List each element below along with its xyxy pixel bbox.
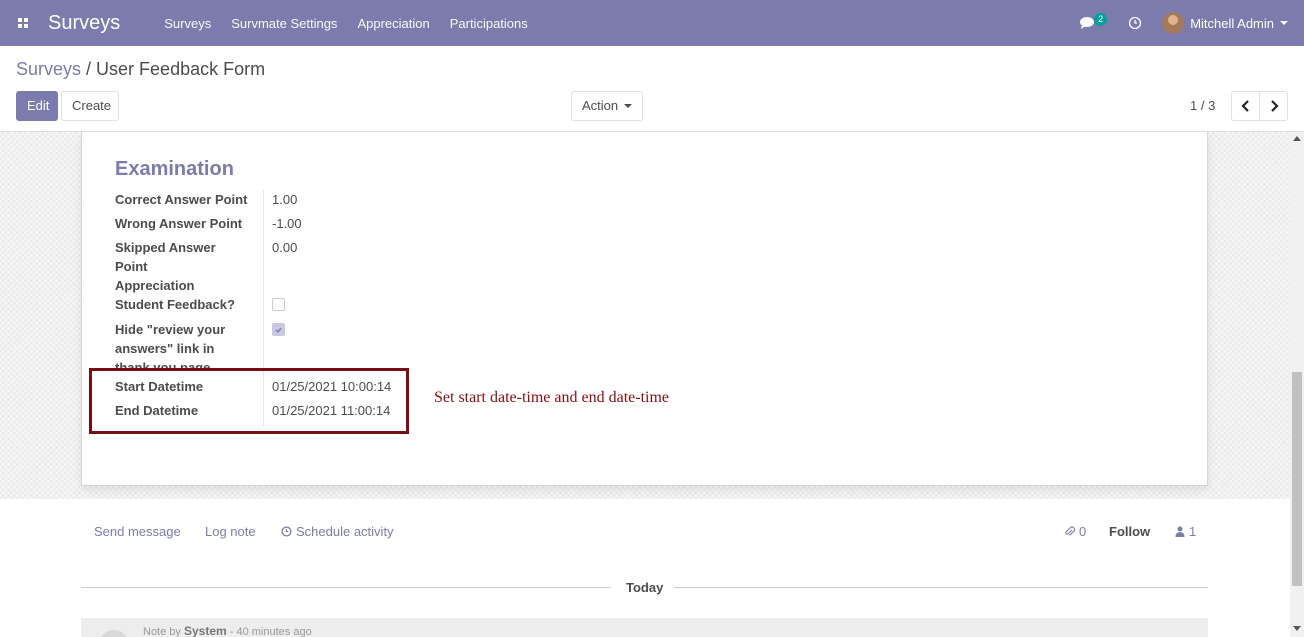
vertical-scrollbar[interactable]	[1290, 132, 1304, 637]
create-button[interactable]: Create	[61, 91, 119, 121]
apps-menu-icon[interactable]	[0, 0, 46, 46]
hide-review-link-checkbox[interactable]	[272, 323, 285, 336]
breadcrumb-separator: /	[81, 59, 97, 79]
chatter-message: Note by System - 40 minutes ago	[81, 618, 1208, 637]
message-header: Note by System - 40 minutes ago	[143, 624, 312, 637]
menu-surveys[interactable]: Surveys	[164, 16, 211, 31]
user-menu-chevron-down-icon[interactable]	[1280, 21, 1288, 25]
form-view: Examination Correct Answer Point 1.00 Wr…	[0, 132, 1290, 499]
examination-group-title: Examination	[115, 158, 234, 180]
wrong-answer-point-label: Wrong Answer Point	[115, 216, 243, 231]
activity-button[interactable]	[1128, 16, 1142, 30]
pager-previous-button[interactable]	[1231, 91, 1260, 121]
chatter: Send message Log note Schedule activity …	[0, 499, 1290, 637]
datetime-highlight-box	[89, 368, 409, 434]
clock-icon	[1129, 16, 1142, 30]
pager-value[interactable]: 1 / 3	[1190, 98, 1215, 113]
clock-icon	[281, 526, 292, 537]
breadcrumb-surveys-link[interactable]: Surveys	[16, 59, 81, 79]
today-separator-label: Today	[626, 580, 664, 595]
hide-review-link-label: Hide "review your answers" link in thank…	[115, 322, 226, 370]
today-divider-right	[674, 587, 1208, 588]
appreciation-student-feedback-label: Appreciation Student Feedback?	[115, 278, 235, 312]
top-navbar: Surveys Surveys Survmate Settings Apprec…	[0, 0, 1304, 46]
scroll-down-arrow-icon[interactable]	[1293, 626, 1301, 631]
wrong-answer-point-value: -1.00	[272, 216, 302, 231]
user-icon	[1175, 526, 1185, 537]
skipped-answer-point-label: Skipped Answer Point	[115, 240, 216, 274]
schedule-activity-label: Schedule activity	[296, 524, 394, 539]
scroll-thumb[interactable]	[1292, 372, 1302, 586]
user-name[interactable]: Mitchell Admin	[1190, 16, 1274, 31]
paperclip-icon	[1065, 525, 1075, 536]
breadcrumb: Surveys / User Feedback Form	[16, 59, 265, 80]
send-message-button[interactable]: Send message	[94, 524, 181, 539]
skipped-answer-point-value: 0.00	[272, 240, 298, 255]
menu-survmate-settings[interactable]: Survmate Settings	[231, 16, 337, 31]
message-author-avatar	[99, 630, 129, 637]
chevron-left-icon	[1240, 100, 1249, 112]
annotation-text: Set start date-time and end date-time	[434, 389, 670, 406]
followers-button[interactable]: 1	[1175, 524, 1196, 539]
today-divider-left	[81, 587, 611, 588]
pager-next-button[interactable]	[1259, 91, 1288, 121]
menu-appreciation[interactable]: Appreciation	[357, 16, 429, 31]
menu-participations[interactable]: Participations	[450, 16, 528, 31]
correct-answer-point-value: 1.00	[272, 192, 298, 207]
log-note-button[interactable]: Log note	[205, 524, 256, 539]
scroll-up-arrow-icon[interactable]	[1293, 136, 1301, 141]
user-avatar[interactable]	[1162, 12, 1185, 34]
schedule-activity-button[interactable]: Schedule activity	[281, 524, 394, 539]
followers-count: 1	[1189, 524, 1197, 539]
messages-button[interactable]: 2	[1080, 13, 1108, 33]
control-panel: Surveys / User Feedback Form Edit Create…	[0, 46, 1304, 132]
action-dropdown-button[interactable]: Action	[571, 91, 643, 121]
action-label: Action	[581, 98, 619, 113]
attachments-count: 0	[1079, 524, 1087, 539]
follow-button[interactable]: Follow	[1109, 524, 1150, 539]
app-name[interactable]: Surveys	[48, 12, 120, 35]
breadcrumb-current: User Feedback Form	[96, 59, 266, 79]
appreciation-student-feedback-checkbox[interactable]	[272, 298, 285, 311]
correct-answer-point-label: Correct Answer Point	[115, 192, 248, 207]
edit-button[interactable]: Edit	[16, 91, 58, 121]
message-author[interactable]: System	[184, 624, 227, 637]
checkmark-icon	[275, 327, 282, 333]
message-count-badge: 2	[1094, 13, 1108, 26]
attachments-button[interactable]: 0	[1064, 524, 1086, 539]
chevron-down-icon	[624, 104, 633, 108]
chevron-right-icon	[1270, 100, 1279, 112]
message-time: - 40 minutes ago	[229, 626, 312, 637]
message-prefix: Note by	[143, 626, 181, 637]
